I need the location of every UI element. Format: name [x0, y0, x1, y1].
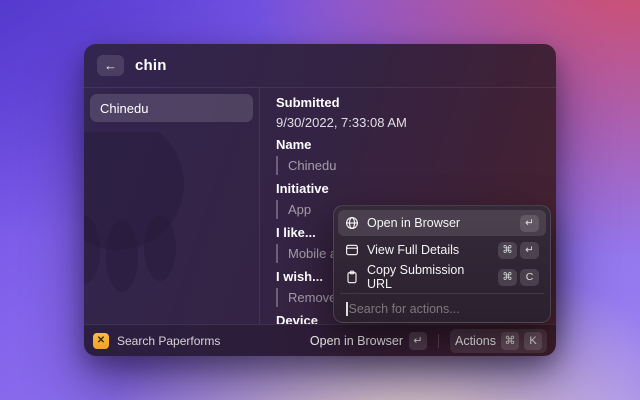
return-key-badge: ↵	[409, 332, 427, 350]
command-key-badge: ⌘	[498, 242, 517, 259]
field-submitted: Submitted 9/30/2022, 7:33:08 AM	[276, 94, 540, 131]
actions-search-input[interactable]: Search for actions...	[338, 295, 546, 322]
action-copy-submission-url[interactable]: Copy Submission URL ⌘ C	[338, 264, 546, 290]
c-key-badge: C	[520, 269, 539, 286]
return-key-badge: ↵	[520, 242, 539, 259]
search-input[interactable]: chin	[135, 57, 167, 74]
actions-label: Actions	[455, 334, 496, 348]
action-view-full-details[interactable]: View Full Details ⌘ ↵	[338, 237, 546, 263]
actions-button[interactable]: Actions ⌘ K	[450, 329, 547, 353]
action-shortcut: ⌘ C	[498, 269, 539, 286]
panel-divider	[340, 293, 544, 294]
action-open-in-browser[interactable]: Open in Browser ↵	[338, 210, 546, 236]
field-name: Name Chinedu	[276, 136, 540, 175]
action-label: View Full Details	[367, 243, 490, 257]
field-label: Submitted	[276, 94, 540, 111]
primary-action-button[interactable]: Open in Browser ↵	[310, 332, 427, 350]
search-header: ← chin	[84, 44, 556, 88]
paperform-watermark	[84, 132, 246, 322]
command-key-badge: ⌘	[498, 269, 517, 286]
field-label: Initiative	[276, 180, 540, 197]
actions-panel: Open in Browser ↵ View Full Details ⌘ ↵ …	[333, 205, 551, 323]
action-shortcut: ↵	[520, 215, 539, 232]
search-placeholder: Search for actions...	[349, 302, 460, 316]
k-key-badge: K	[524, 332, 542, 350]
field-value: Chinedu	[276, 156, 540, 175]
field-label: Name	[276, 136, 540, 153]
clipboard-icon	[345, 270, 359, 284]
text-caret	[346, 302, 348, 316]
command-key-badge: ⌘	[501, 332, 519, 350]
result-item-chinedu[interactable]: Chinedu	[90, 94, 253, 122]
app-window-icon	[345, 243, 359, 257]
results-sidebar: Chinedu	[84, 88, 260, 324]
action-label: Copy Submission URL	[367, 263, 490, 291]
globe-icon	[345, 216, 359, 230]
logo-glyph: ✕	[97, 336, 105, 346]
result-item-label: Chinedu	[100, 101, 148, 116]
return-key-badge: ↵	[520, 215, 539, 232]
field-value: 9/30/2022, 7:33:08 AM	[276, 114, 540, 131]
primary-action-label: Open in Browser	[310, 334, 403, 348]
extension-name: Search Paperforms	[117, 334, 220, 348]
action-label: Open in Browser	[367, 216, 512, 230]
paperform-logo-icon: ✕	[93, 333, 109, 349]
status-bar: ✕ Search Paperforms Open in Browser ↵ Ac…	[84, 324, 556, 356]
statusbar-divider	[438, 334, 439, 348]
action-shortcut: ⌘ ↵	[498, 242, 539, 259]
back-arrow-icon: ←	[104, 59, 117, 72]
back-button[interactable]: ←	[97, 55, 124, 76]
